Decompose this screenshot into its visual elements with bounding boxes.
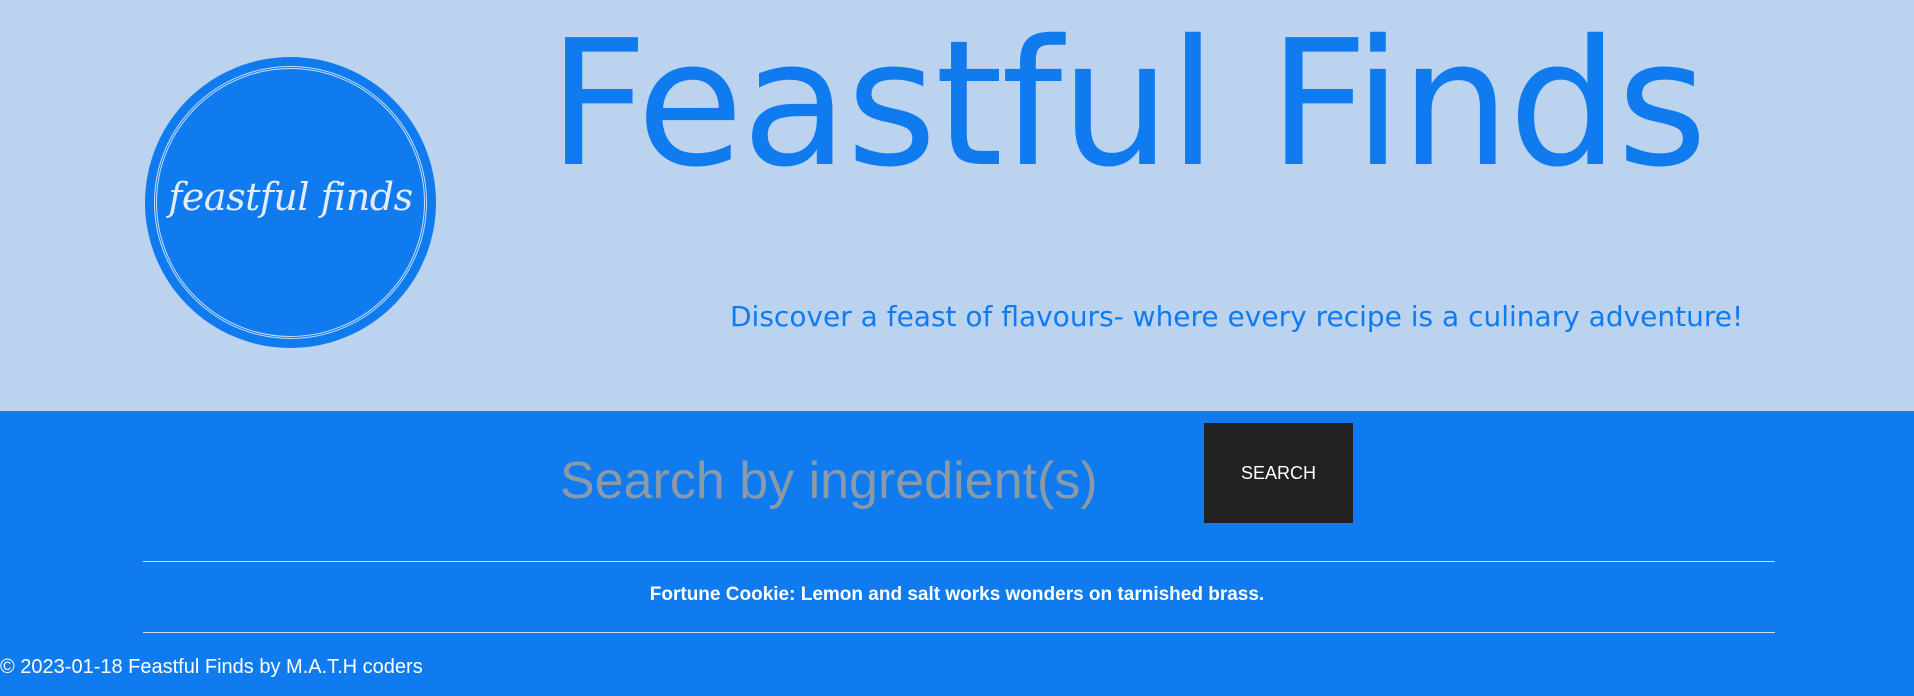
- divider-bottom: [143, 632, 1775, 633]
- page: feastful finds Feastful Finds Discover a…: [0, 0, 1914, 696]
- header: feastful finds Feastful Finds Discover a…: [0, 0, 1914, 411]
- site-logo[interactable]: feastful finds: [145, 57, 436, 348]
- site-title: Feastful Finds: [548, 3, 1707, 206]
- search-button[interactable]: SEARCH: [1204, 423, 1353, 523]
- tagline: Discover a feast of flavours- where ever…: [730, 300, 1744, 333]
- search-bar: SEARCH: [0, 411, 1914, 551]
- divider-top: [143, 561, 1775, 562]
- search-input[interactable]: [560, 431, 1150, 531]
- fortune-cookie-text: Fortune Cookie: Lemon and salt works won…: [649, 584, 1265, 605]
- footer-copyright: © 2023-01-18 Feastful Finds by M.A.T.H c…: [0, 656, 423, 678]
- logo-text: feastful finds: [168, 175, 413, 219]
